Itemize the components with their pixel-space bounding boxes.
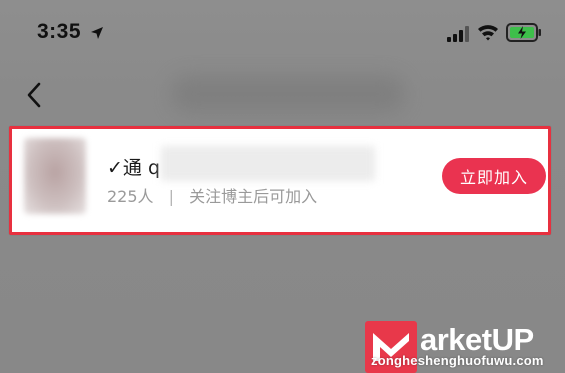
join-button[interactable]: 立即加入 xyxy=(442,158,546,194)
group-avatar xyxy=(24,138,86,214)
status-time: 3:35 xyxy=(37,20,82,43)
meta-separator: | xyxy=(168,187,175,206)
wifi-icon xyxy=(478,25,498,41)
page-title xyxy=(172,76,404,112)
group-name: ✓通 q xyxy=(107,157,161,179)
screen: 3:35 ✓通 q 225人 | 关注博主后可加入 立即加入 arketUP z… xyxy=(0,0,565,373)
member-count: 225人 xyxy=(107,187,154,206)
watermark-site: zongheshenghuofuwu.com xyxy=(371,353,544,368)
join-requirement: 关注博主后可加入 xyxy=(189,187,318,206)
location-arrow-icon xyxy=(91,27,103,39)
group-card[interactable]: ✓通 q 225人 | 关注博主后可加入 立即加入 xyxy=(9,126,551,235)
group-name-redaction xyxy=(161,146,375,181)
group-meta: 225人 | 关注博主后可加入 xyxy=(107,183,317,207)
watermark: arketUP zongheshenghuofuwu.com xyxy=(365,320,565,373)
navigation-bar xyxy=(0,62,565,124)
battery-charging-icon xyxy=(506,23,541,42)
back-chevron-icon[interactable] xyxy=(22,80,50,110)
status-bar: 3:35 xyxy=(0,0,565,62)
cellular-signal-icon xyxy=(447,26,469,42)
